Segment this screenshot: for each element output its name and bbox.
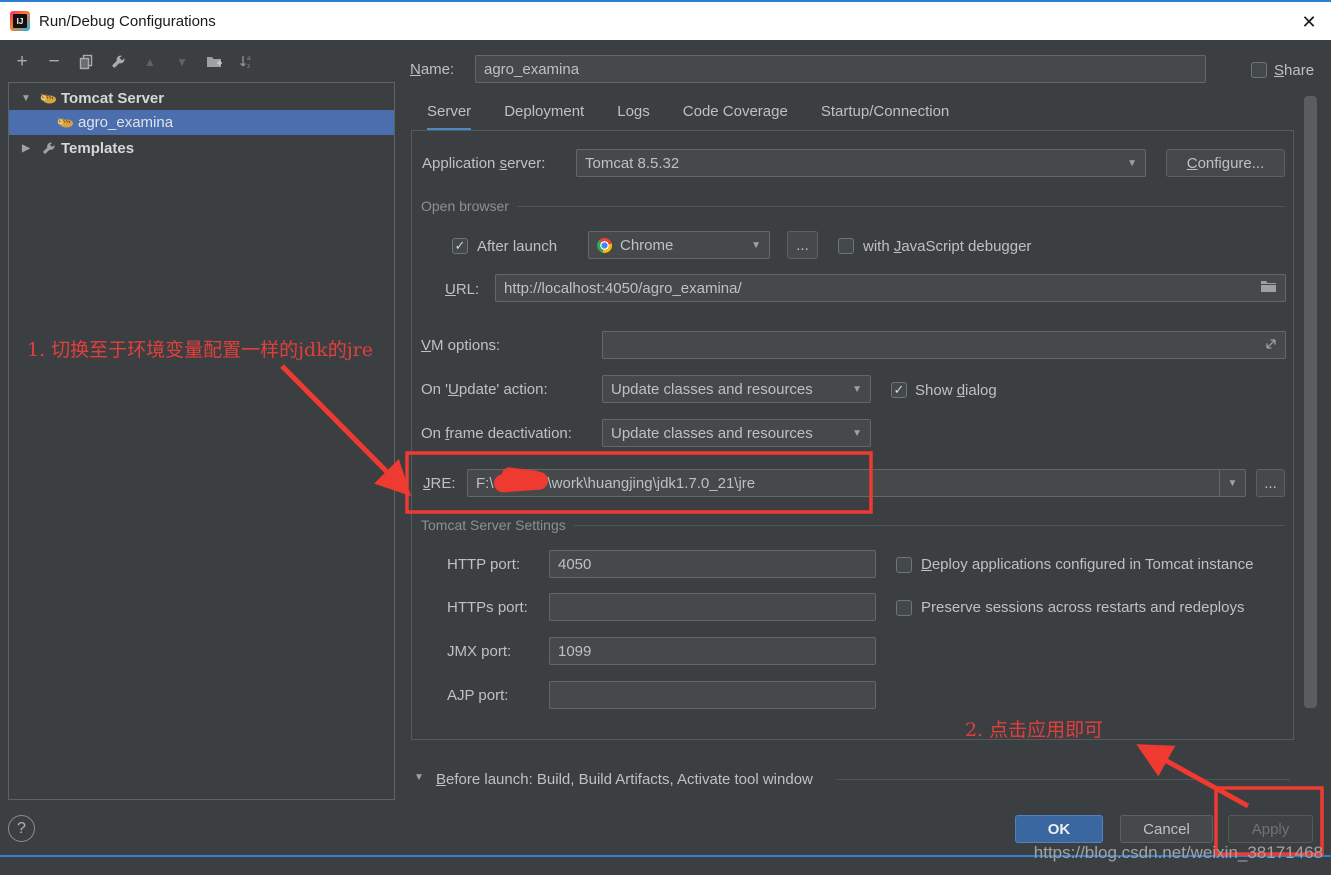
redacted-scribble xyxy=(494,471,548,495)
ok-button[interactable]: OK xyxy=(1015,815,1103,843)
jmx-port-input[interactable]: 1099 xyxy=(549,637,876,665)
after-launch-checkbox[interactable]: ✓ xyxy=(452,238,468,254)
copy-icon[interactable] xyxy=(76,52,96,72)
ajp-port-label: AJP port: xyxy=(447,687,508,704)
configurations-tree-panel: ▼ Tomcat Server agro_examina ▶ Templates xyxy=(8,82,395,800)
show-dialog-label[interactable]: Show dialog xyxy=(915,382,997,399)
wrench-icon xyxy=(39,141,57,156)
jmx-port-label: JMX port: xyxy=(447,643,511,660)
vm-options-label: VM options: xyxy=(421,337,500,354)
settings-tabs: Server Deployment Logs Code Coverage Sta… xyxy=(427,103,949,131)
configure-button[interactable]: Configure... xyxy=(1166,149,1285,177)
tree-item-label: Tomcat Server xyxy=(61,90,164,107)
before-launch-divider xyxy=(836,779,1290,780)
add-icon[interactable]: + xyxy=(12,52,32,72)
annotation-arrow-2 xyxy=(1145,749,1248,806)
tab-deployment[interactable]: Deployment xyxy=(504,103,584,131)
on-update-action-label: On 'Update' action: xyxy=(421,381,548,398)
application-server-select[interactable]: Tomcat 8.5.32▼ xyxy=(576,149,1146,177)
tab-startup-connection[interactable]: Startup/Connection xyxy=(821,103,949,131)
chevron-down-icon: ▼ xyxy=(852,428,862,439)
edit-defaults-wrench-icon[interactable] xyxy=(108,52,128,72)
preserve-sessions-label[interactable]: Preserve sessions across restarts and re… xyxy=(921,599,1244,616)
browser-more-button[interactable]: ... xyxy=(787,231,818,259)
before-launch-expand-icon[interactable]: ▼ xyxy=(414,772,424,783)
help-button[interactable]: ? xyxy=(8,815,35,842)
sort-icon[interactable]: az xyxy=(236,52,256,72)
svg-text:a: a xyxy=(247,55,251,62)
watermark-url: https://blog.csdn.net/weixin_38171468 xyxy=(1034,843,1323,863)
js-debugger-checkbox[interactable] xyxy=(838,238,854,254)
show-dialog-checkbox[interactable]: ✓ xyxy=(891,382,907,398)
tomcat-icon xyxy=(56,115,74,130)
window-title: Run/Debug Configurations xyxy=(39,13,216,30)
name-label: Name: xyxy=(410,61,454,78)
tree-item-label: agro_examina xyxy=(78,114,173,131)
js-debugger-label[interactable]: with JavaScript debugger xyxy=(863,238,1031,255)
tree-item-agro-examina-selected[interactable]: agro_examina xyxy=(9,110,394,135)
remove-icon[interactable]: − xyxy=(44,52,64,72)
tomcat-icon xyxy=(39,91,57,106)
vm-options-input[interactable] xyxy=(602,331,1286,359)
chevron-down-icon: ▼ xyxy=(852,384,862,395)
tab-code-coverage[interactable]: Code Coverage xyxy=(683,103,788,131)
url-label: URL: xyxy=(445,281,479,298)
deploy-applications-label[interactable]: Deploy applications configured in Tomcat… xyxy=(921,556,1253,573)
move-up-icon: ▲ xyxy=(140,52,160,72)
title-bar: Run/Debug Configurations ✕ xyxy=(0,2,1331,40)
tree-item-tomcat-server[interactable]: ▼ Tomcat Server xyxy=(9,86,394,111)
tab-server[interactable]: Server xyxy=(427,103,471,131)
browser-select[interactable]: Chrome ▼ xyxy=(588,231,770,259)
jre-label: JRE: xyxy=(423,475,456,492)
tomcat-server-settings-section: Tomcat Server Settings xyxy=(421,517,1285,533)
http-port-label: HTTP port: xyxy=(447,556,520,573)
application-server-label: Application server: xyxy=(422,155,545,172)
svg-text:z: z xyxy=(247,63,250,70)
chevron-down-icon[interactable]: ▼ xyxy=(1219,470,1245,496)
chevron-down-icon: ▼ xyxy=(751,240,761,251)
open-browser-section: Open browser xyxy=(421,198,1285,214)
run-debug-configurations-dialog: Run/Debug Configurations ✕ + − ▲ ▼ az ▼ … xyxy=(0,0,1331,875)
ajp-port-input[interactable] xyxy=(549,681,876,709)
configurations-toolbar: + − ▲ ▼ az xyxy=(12,52,256,72)
vertical-scrollbar[interactable] xyxy=(1304,96,1317,708)
cancel-button[interactable]: Cancel xyxy=(1120,815,1213,843)
preserve-sessions-checkbox[interactable] xyxy=(896,600,912,616)
chevron-down-icon: ▼ xyxy=(1127,158,1137,169)
jre-select[interactable]: F:\ \work\huangjing\jdk1.7.0_21\jre ▼ xyxy=(467,469,1246,497)
https-port-input[interactable] xyxy=(549,593,876,621)
https-port-label: HTTPs port: xyxy=(447,599,528,616)
new-folder-icon[interactable] xyxy=(204,52,224,72)
close-icon[interactable]: ✕ xyxy=(1297,10,1321,34)
url-input[interactable]: http://localhost:4050/agro_examina/ xyxy=(495,274,1286,302)
jre-more-button[interactable]: ... xyxy=(1256,469,1285,497)
folder-icon[interactable] xyxy=(1260,279,1277,297)
http-port-input[interactable]: 4050 xyxy=(549,550,876,578)
name-input[interactable]: agro_examina xyxy=(475,55,1206,83)
on-frame-deactivation-select[interactable]: Update classes and resources▼ xyxy=(602,419,871,447)
on-frame-deactivation-label: On frame deactivation: xyxy=(421,425,572,442)
share-label[interactable]: Share xyxy=(1274,62,1314,79)
apply-button[interactable]: Apply xyxy=(1228,815,1313,843)
deploy-applications-checkbox[interactable] xyxy=(896,557,912,573)
expand-field-icon[interactable] xyxy=(1265,337,1277,354)
chrome-icon xyxy=(597,238,612,253)
after-launch-label[interactable]: After launch xyxy=(477,238,557,255)
tree-item-label: Templates xyxy=(61,140,134,157)
collapse-arrow-icon[interactable]: ▶ xyxy=(17,143,35,154)
move-down-icon: ▼ xyxy=(172,52,192,72)
annotation-note-1: 1. 切换至于环境变量配置一样的jdk的jre xyxy=(27,335,373,362)
tree-item-templates[interactable]: ▶ Templates xyxy=(9,136,394,161)
window-top-accent xyxy=(0,0,1331,2)
tab-logs[interactable]: Logs xyxy=(617,103,650,131)
intellij-logo-icon xyxy=(10,11,30,31)
on-update-action-select[interactable]: Update classes and resources▼ xyxy=(602,375,871,403)
share-checkbox[interactable] xyxy=(1251,62,1267,78)
expand-arrow-icon[interactable]: ▼ xyxy=(17,93,35,104)
annotation-note-2: 2. 点击应用即可 xyxy=(965,715,1103,742)
before-launch-label[interactable]: Before launch: Build, Build Artifacts, A… xyxy=(436,771,813,788)
